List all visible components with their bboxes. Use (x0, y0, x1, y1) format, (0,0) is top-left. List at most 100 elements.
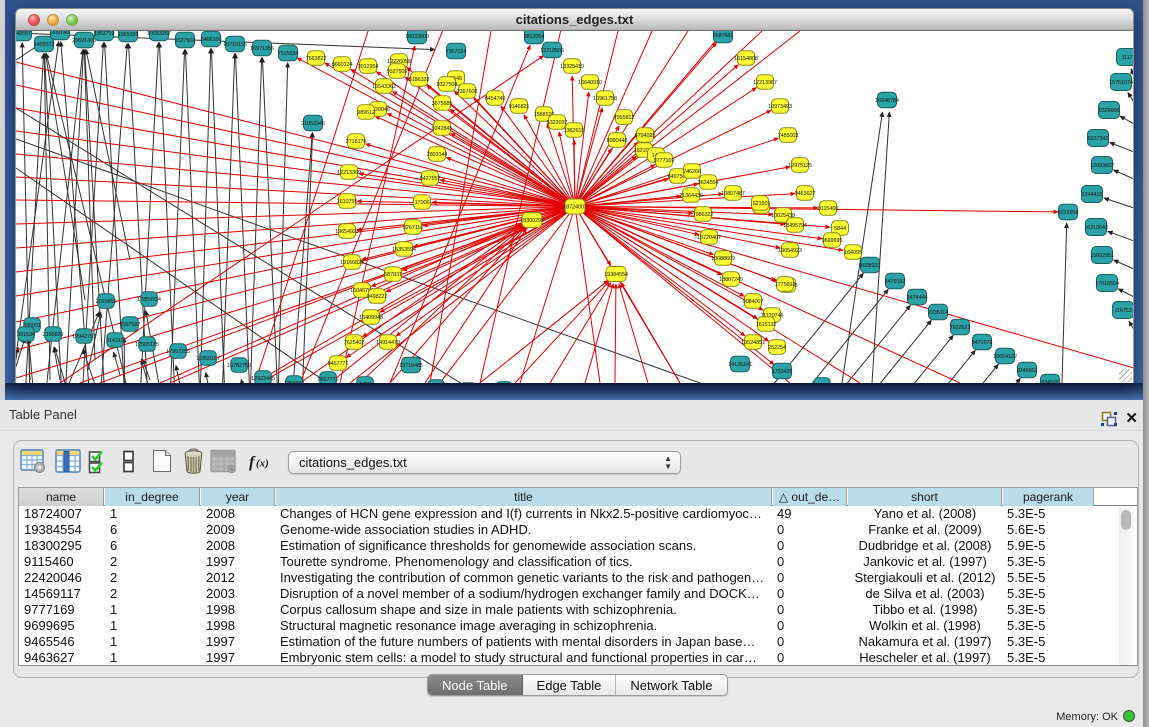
svg-text:5322037: 5322037 (547, 120, 568, 126)
svg-text:252254: 252254 (768, 345, 786, 351)
svg-text:3267110: 3267110 (403, 225, 423, 231)
svg-text:209140: 209140 (51, 31, 69, 36)
svg-text:3624554: 3624554 (698, 180, 719, 186)
svg-text:1903719: 1903719 (94, 31, 115, 37)
svg-text:8215958: 8215958 (1058, 210, 1079, 216)
svg-text:12213369: 12213369 (337, 170, 361, 176)
svg-text:16782759: 16782759 (227, 363, 251, 369)
svg-text:19654923: 19654923 (778, 248, 802, 254)
svg-text:8427552: 8427552 (420, 176, 441, 182)
svg-text:9327509: 9327509 (387, 69, 408, 75)
svg-text:15353594: 15353594 (392, 247, 416, 253)
svg-text:2687682: 2687682 (713, 33, 734, 39)
svg-text:16958167: 16958167 (196, 356, 220, 362)
svg-text:989612: 989612 (357, 110, 375, 116)
svg-text:14914479: 14914479 (376, 340, 400, 346)
svg-text:2156829: 2156829 (43, 332, 64, 338)
svg-text:16648784: 16648784 (875, 98, 899, 104)
svg-text:16210643: 16210643 (1084, 225, 1108, 231)
svg-text:1453: 1453 (359, 382, 371, 383)
svg-text:3912954: 3912954 (358, 64, 379, 70)
svg-text:1065326: 1065326 (118, 32, 139, 38)
svg-text:7625402: 7625402 (344, 340, 365, 346)
svg-text:17016504: 17016504 (1095, 281, 1119, 287)
svg-text:9115460: 9115460 (818, 206, 838, 212)
svg-text:12505135: 12505135 (135, 342, 159, 348)
svg-text:12975125: 12975125 (788, 163, 812, 169)
svg-text:1362615: 1362615 (564, 128, 585, 134)
svg-text:15692951: 15692951 (1090, 253, 1114, 259)
svg-text:15720407: 15720407 (697, 235, 721, 241)
svg-text:10719155: 10719155 (223, 42, 247, 48)
svg-text:391534: 391534 (17, 332, 35, 338)
svg-text:8186328: 8186328 (409, 77, 430, 83)
svg-text:1405572: 1405572 (34, 42, 55, 48)
svg-text:16154808: 16154808 (734, 56, 758, 62)
svg-text:16971355: 16971355 (250, 46, 274, 52)
svg-text:7515534: 7515534 (278, 51, 299, 57)
svg-text:140557: 140557 (16, 31, 31, 37)
svg-text:18495794: 18495794 (783, 223, 807, 229)
svg-text:19384554: 19384554 (604, 272, 628, 278)
svg-text:17859934: 17859934 (137, 297, 161, 303)
svg-text:12923445: 12923445 (251, 376, 275, 382)
svg-text:8938923: 8938923 (860, 263, 881, 269)
svg-text:8813054: 8813054 (524, 34, 545, 40)
svg-text:587831: 587831 (384, 272, 402, 278)
svg-text:7955812: 7955812 (614, 115, 635, 121)
svg-text:9457771: 9457771 (328, 361, 349, 367)
svg-text:9146821: 9146821 (509, 104, 530, 110)
svg-text:9463627: 9463627 (795, 191, 816, 197)
svg-text:16033809: 16033809 (405, 34, 429, 40)
svg-text:116753: 116753 (1114, 308, 1131, 314)
svg-text:2367608: 2367608 (457, 89, 478, 95)
svg-text:18724007: 18724007 (563, 204, 587, 210)
svg-text:9242845: 9242845 (432, 126, 453, 132)
svg-text:10688609: 10688609 (711, 256, 735, 262)
svg-text:9777169: 9777169 (654, 158, 675, 164)
svg-text:9397587: 9397587 (120, 322, 141, 328)
svg-text:5844: 5844 (834, 226, 846, 232)
svg-text:7663822: 7663822 (306, 56, 327, 62)
svg-text:8660124: 8660124 (332, 62, 353, 68)
svg-text:13716485: 13716485 (399, 363, 423, 369)
svg-text:164095: 164095 (844, 250, 862, 256)
svg-text:924565: 924565 (1041, 380, 1059, 383)
svg-text:(x): (x) (256, 458, 269, 470)
svg-text:3675685: 3675685 (432, 101, 453, 107)
svg-text:10654122: 10654122 (993, 354, 1017, 360)
svg-text:1733426: 1733426 (772, 369, 793, 375)
svg-text:f: f (249, 454, 256, 471)
svg-text:17006: 17006 (415, 200, 430, 206)
svg-text:10807487: 10807487 (721, 191, 745, 197)
svg-text:114319: 114319 (106, 338, 123, 344)
svg-text:19524851: 19524851 (741, 340, 765, 346)
svg-text:8471676: 8471676 (972, 340, 993, 346)
svg-text:1615132: 1615132 (756, 322, 777, 328)
svg-text:9329966: 9329966 (1099, 108, 1120, 114)
svg-text:6466160: 6466160 (201, 37, 222, 43)
svg-text:1610755: 1610755 (337, 199, 358, 205)
svg-text:15751074: 15751074 (1109, 80, 1133, 86)
svg-text:9498222: 9498222 (367, 294, 388, 300)
svg-text:18807249: 18807249 (719, 277, 743, 283)
svg-text:7986322: 7986322 (693, 212, 714, 218)
svg-text:9245652: 9245652 (1017, 368, 1038, 374)
svg-text:10961758: 10961758 (593, 96, 617, 102)
svg-text:2935114: 2935114 (928, 310, 948, 316)
svg-text:16409948: 16409948 (359, 315, 383, 321)
svg-text:9327508: 9327508 (437, 82, 458, 88)
svg-text:1527602: 1527602 (175, 38, 196, 44)
svg-text:7357224: 7357224 (446, 49, 467, 55)
svg-text:1775692: 1775692 (775, 282, 796, 288)
svg-text:9227342: 9227342 (1088, 136, 1109, 142)
svg-text:19654923: 19654923 (335, 229, 359, 235)
svg-text:21053346: 21053346 (301, 121, 325, 127)
svg-text:21364436: 21364436 (679, 193, 703, 199)
svg-text:12213967: 12213967 (753, 80, 777, 86)
svg-text:2718176: 2718176 (346, 139, 367, 145)
svg-text:9657771: 9657771 (318, 377, 339, 383)
svg-text:2803144: 2803144 (427, 152, 448, 158)
svg-text:746266: 746266 (683, 169, 701, 175)
svg-text:12093822: 12093822 (1090, 163, 1114, 169)
